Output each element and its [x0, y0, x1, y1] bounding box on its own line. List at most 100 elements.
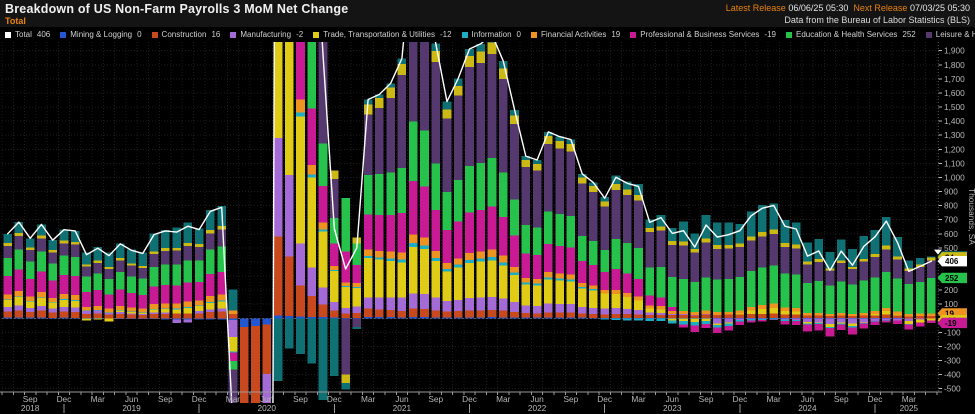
bar-segment — [60, 299, 69, 300]
bar-segment — [443, 271, 452, 301]
bar-segment — [567, 151, 576, 216]
bar-segment — [353, 306, 362, 312]
bar-segment — [533, 285, 542, 305]
bar-segment — [274, 318, 283, 381]
bar-segment — [217, 230, 226, 247]
x-tick-label: Dec — [192, 394, 207, 404]
bar-segment — [567, 279, 576, 281]
bar-segment — [420, 237, 429, 245]
bar-segment — [533, 279, 542, 284]
bar-segment — [882, 272, 891, 308]
bar-segment — [814, 322, 823, 323]
bar-segment — [184, 307, 193, 308]
bar-segment — [837, 260, 846, 263]
bar-segment — [758, 309, 767, 314]
bar-segment — [454, 265, 463, 268]
bar-segment — [60, 275, 69, 294]
bar-segment — [905, 314, 914, 317]
bar-segment — [848, 267, 857, 269]
bar-segment — [93, 261, 102, 263]
y-tick-label: 1,900 — [944, 46, 965, 56]
bar-segment — [37, 239, 46, 252]
bar-segment — [161, 308, 170, 309]
bar-segment — [150, 309, 159, 310]
bar-segment — [826, 327, 835, 328]
bar-segment — [217, 318, 226, 319]
bar-segment — [769, 319, 778, 320]
bar-segment — [127, 293, 136, 308]
bar-segment — [420, 0, 429, 130]
bar-segment — [105, 279, 114, 295]
bar-segment — [443, 119, 452, 192]
bar-segment — [736, 320, 745, 322]
bar-segment — [307, 177, 316, 267]
bar-segment — [127, 263, 136, 265]
bar-segment — [679, 241, 688, 245]
bar-segment — [499, 256, 508, 263]
bar-segment — [3, 234, 12, 243]
bar-segment — [893, 278, 902, 311]
bar-segment — [724, 324, 733, 326]
bar-segment — [927, 319, 936, 321]
bar-segment — [262, 318, 271, 324]
bar-segment — [431, 261, 440, 298]
bar-segment — [3, 246, 12, 258]
bar-segment — [747, 236, 756, 240]
bar-segment — [330, 266, 339, 270]
bar-segment — [386, 310, 395, 317]
bar-segment — [409, 247, 418, 293]
y-tick-label: 1,400 — [944, 116, 965, 126]
bar-segment — [521, 278, 530, 283]
bar-segment — [398, 260, 407, 263]
bar-segment — [848, 324, 857, 327]
bar-segment — [916, 267, 925, 282]
bar-segment — [623, 314, 632, 318]
bar-segment — [195, 318, 204, 319]
bar-segment — [803, 323, 812, 324]
bar-segment — [184, 222, 193, 243]
bar-segment — [679, 245, 688, 279]
bar-segment — [341, 287, 350, 308]
bar-segment — [3, 294, 12, 299]
bar-segment — [465, 253, 474, 260]
bar-segment — [398, 75, 407, 168]
bar-segment — [307, 108, 316, 164]
bar-segment — [37, 306, 46, 311]
bar-segment — [443, 301, 452, 312]
y-tick-label: 900 — [944, 187, 958, 197]
bar-segment — [319, 144, 328, 186]
bar-segment — [533, 170, 542, 227]
bar-segment — [758, 237, 767, 268]
bar-segment — [386, 297, 395, 310]
bar-segment — [116, 314, 125, 318]
bar-segment — [747, 241, 756, 271]
bar-segment — [533, 313, 542, 317]
bar-segment — [161, 304, 170, 309]
bar-segment — [82, 267, 91, 277]
bar-segment — [398, 253, 407, 260]
bar-segment — [916, 323, 925, 327]
bar-segment — [37, 236, 46, 239]
bar-segment — [37, 252, 46, 272]
bar-segment — [826, 318, 835, 324]
bar-segment — [307, 318, 316, 363]
bar-segment — [713, 249, 722, 280]
chart-svg[interactable]: -500-400-300-200-10001002003004005006007… — [0, 0, 975, 414]
bar-segment — [127, 308, 136, 312]
bar-segment — [3, 276, 12, 294]
bar-segment — [206, 230, 215, 233]
bar-segment — [229, 337, 238, 352]
bar-segment — [747, 307, 756, 311]
bar-segment — [758, 319, 767, 320]
y-tick-label: -200 — [944, 341, 961, 351]
x-year-label: 2020 — [257, 403, 276, 413]
bar-segment — [645, 228, 654, 232]
bar-segment — [882, 320, 891, 322]
bar-segment — [792, 248, 801, 274]
bar-segment — [882, 315, 891, 318]
bar-segment — [769, 204, 778, 230]
bar-segment — [589, 314, 598, 318]
bar-segment — [184, 313, 193, 318]
bar-segment — [724, 315, 733, 318]
bar-segment — [443, 230, 452, 263]
